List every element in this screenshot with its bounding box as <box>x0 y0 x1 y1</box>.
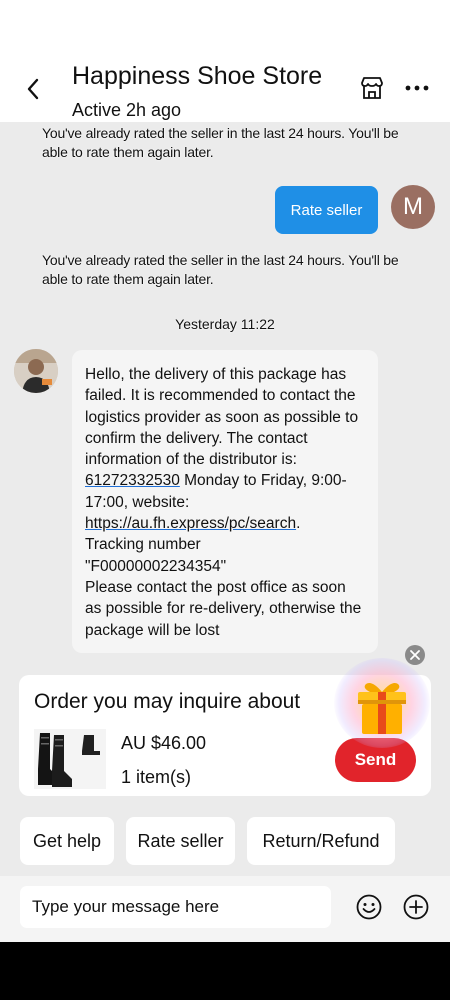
system-notice: You've already rated the seller in the l… <box>42 252 399 287</box>
back-arrow-icon[interactable] <box>20 76 46 102</box>
close-icon[interactable] <box>405 645 425 665</box>
system-nav-bar <box>0 942 450 1000</box>
message-input[interactable] <box>20 886 331 928</box>
message-text: Please contact the post office as soon a… <box>85 578 362 639</box>
add-icon[interactable] <box>402 893 430 921</box>
seller-message-bubble: Hello, the delivery of this package has … <box>72 350 378 653</box>
order-price: AU $46.00 <box>121 733 207 753</box>
gift-icon[interactable] <box>350 676 414 740</box>
tracking-label: Tracking number <box>85 536 201 554</box>
message-timestamp: Yesterday 11:22 <box>175 316 275 332</box>
order-card-title: Order you may inquire about <box>34 690 301 713</box>
phone-link[interactable]: 61272332530 <box>85 472 180 489</box>
user-avatar[interactable]: M <box>391 185 435 229</box>
seller-avatar[interactable] <box>14 349 58 393</box>
store-icon[interactable] <box>357 73 387 103</box>
emoji-icon[interactable] <box>355 893 383 921</box>
rate-seller-chip[interactable]: Rate seller <box>126 817 235 865</box>
rate-seller-message[interactable]: Rate seller <box>275 186 378 234</box>
system-notice: You've already rated the seller in the l… <box>42 125 399 160</box>
more-icon[interactable] <box>400 73 434 103</box>
store-name[interactable]: Happiness Shoe Store <box>72 62 322 91</box>
order-item-count: 1 item(s) <box>121 767 192 787</box>
tracking-number: "F00000002234354" <box>85 557 227 575</box>
message-text: Hello, the delivery of this package has … <box>85 366 359 469</box>
get-help-chip[interactable]: Get help <box>20 817 114 865</box>
website-link[interactable]: https://au.fh.express/pc/search <box>85 515 296 532</box>
return-refund-chip[interactable]: Return/Refund <box>247 817 395 865</box>
chat-header: Happiness Shoe Store Active 2h ago <box>0 0 450 122</box>
message-text: . <box>296 515 301 533</box>
product-thumbnail[interactable] <box>34 729 106 789</box>
active-status: Active 2h ago <box>72 100 182 120</box>
